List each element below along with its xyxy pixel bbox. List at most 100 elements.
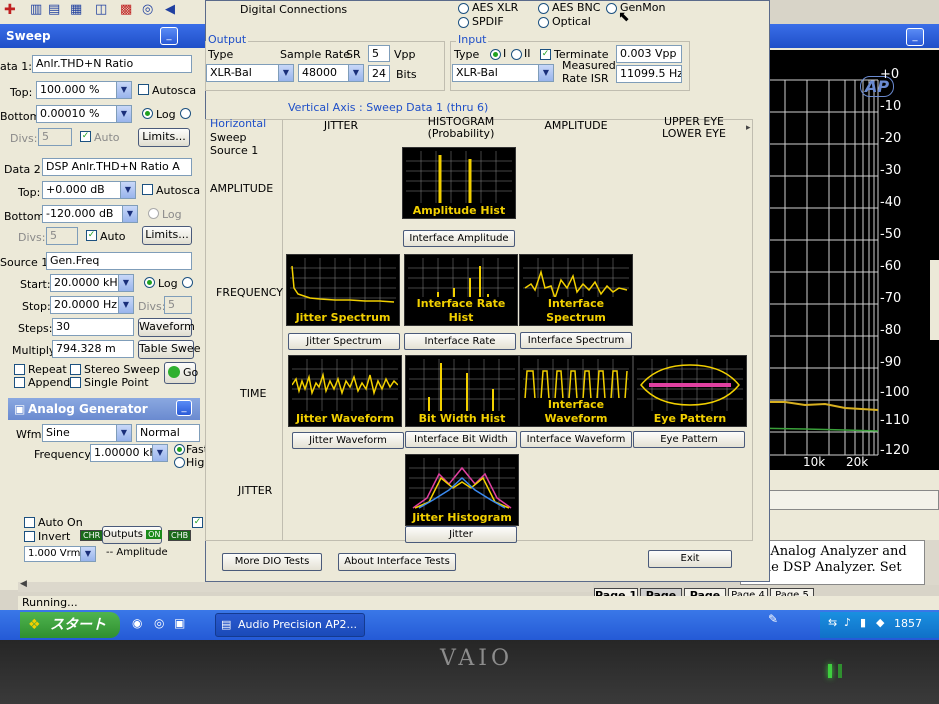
sample-rate-select[interactable]: 48000 ▼ [298,64,364,82]
tray-app-icon[interactable]: ◆ [876,616,884,629]
high-radio[interactable] [174,457,185,468]
multiply-input[interactable]: 794.328 m [52,340,134,358]
optical-radio[interactable] [538,17,549,28]
chevron-down-icon[interactable]: ▼ [348,65,363,81]
mode-select[interactable]: Normal [136,424,200,442]
log2-radio[interactable] [148,208,159,219]
invert-checkbox[interactable] [24,531,35,542]
data1-select[interactable]: Anlr.THD+N Ratio [32,55,192,73]
horizontal-scrollbar[interactable]: ◀ [18,579,593,592]
input-type-select[interactable]: XLR-Bal ▼ [452,64,554,82]
sr-input[interactable]: 5 [368,45,390,62]
stereo-sweep-checkbox[interactable] [70,364,81,375]
chart-icon[interactable]: ▥ [30,2,42,17]
meter-icon[interactable]: ◎ [142,2,153,17]
bit-width-hist-thumbnail[interactable]: Bit Width Hist [405,355,519,427]
single-point-checkbox[interactable] [70,377,81,388]
stop-input[interactable]: 20.0000 Hz ▼ [50,296,134,314]
repeat-checkbox[interactable] [14,364,25,375]
auto1-checkbox[interactable]: ✓ [80,131,91,142]
minimize-button[interactable]: _ [160,27,178,45]
interface-waveform-button[interactable]: Interface Waveform [520,431,632,448]
interface-waveform-thumbnail[interactable]: Interface Waveform [519,355,633,427]
tray-battery-icon[interactable]: ▮ [860,616,866,629]
data2-select[interactable]: DSP Anlr.THD+N Ratio A [42,158,192,176]
append-checkbox[interactable] [14,377,25,388]
eye-pattern-thumbnail[interactable]: Eye Pattern [633,355,747,427]
jitter-histogram-thumbnail[interactable]: Jitter Histogram [405,454,519,526]
output-type-select[interactable]: XLR-Bal ▼ [206,64,294,82]
spdif-radio[interactable] [458,17,469,28]
divs1-input[interactable]: 5 [38,128,72,146]
minimize-button[interactable]: _ [176,400,192,416]
jitter-spectrum-button[interactable]: Jitter Spectrum [288,333,400,350]
t-checkbox[interactable]: ✓ [192,517,203,528]
chevron-down-icon[interactable]: ▼ [116,106,131,122]
divs3-input[interactable]: 5 [164,296,192,314]
amplitude-input[interactable]: 1.000 Vrms ▼ [24,546,96,562]
scroll-left-icon[interactable]: ◀ [20,579,27,589]
tray-network-icon[interactable]: ⇆ [828,616,837,629]
chb-indicator[interactable]: CHB [168,530,192,541]
notes-scrollbar[interactable] [925,540,939,585]
about-interface-tests-button[interactable]: About Interface Tests [338,553,456,571]
lin1-radio[interactable] [180,108,191,119]
quicklaunch-desktop-icon[interactable]: ▣ [174,616,185,630]
aes-xlr-radio[interactable] [458,3,469,14]
tray-volume-icon[interactable]: ♪ [844,616,851,629]
chevron-down-icon[interactable]: ▼ [538,65,553,81]
chevron-down-icon[interactable]: ▼ [80,547,95,561]
limits2-button[interactable]: Limits... [142,226,192,245]
table-sweep-button[interactable]: Table Swee [138,340,200,359]
bits-input[interactable]: 24 [368,65,390,82]
start-input[interactable]: 20.0000 kHz ▼ [50,274,134,292]
interface-rate-hist-thumbnail[interactable]: Interface Rate Hist [404,254,518,326]
source1-select[interactable]: Gen.Freq [46,252,192,270]
chevron-down-icon[interactable]: ▼ [120,182,135,198]
log3-radio[interactable] [144,277,155,288]
auto-on-checkbox[interactable] [24,517,35,528]
amplitude-hist-thumbnail[interactable]: Amplitude Hist [402,147,516,219]
log1-radio[interactable] [142,108,153,119]
interface-spectrum-button[interactable]: Interface Spectrum [520,332,632,349]
quicklaunch-media-icon[interactable]: ◎ [154,616,164,630]
more-dio-tests-button[interactable]: More DIO Tests [222,553,322,571]
bottom-input[interactable]: 0.00010 % ▼ [36,105,132,123]
chevron-down-icon[interactable]: ▼ [122,206,137,222]
steps-input[interactable]: 30 [52,318,134,336]
jitter-waveform-button[interactable]: Jitter Waveform [292,432,404,449]
quicklaunch-ie-icon[interactable]: ◉ [132,616,142,630]
limits1-button[interactable]: Limits... [138,128,190,147]
interface-spectrum-thumbnail[interactable]: Interface Spectrum [519,254,633,326]
chevron-down-icon[interactable]: ▼ [116,82,131,98]
genmon-radio[interactable] [606,3,617,14]
start-button[interactable]: ❖ スタート [20,612,120,638]
jitter-spectrum-thumbnail[interactable]: Jitter Spectrum [286,254,400,326]
chevron-down-icon[interactable]: ▼ [118,275,133,291]
input-ii-radio[interactable] [511,49,522,60]
cursor-row[interactable] [745,490,939,510]
autoscale1-checkbox[interactable] [138,84,149,95]
taskbar-app-button[interactable]: ▤ Audio Precision AP2... [215,613,365,637]
table-icon[interactable]: ▦ [70,2,82,17]
wfm-select[interactable]: Sine ▼ [42,424,132,442]
bottom2-input[interactable]: -120.000 dB ▼ [42,205,138,223]
terminate-checkbox[interactable]: ✓ [540,49,551,60]
auto2-checkbox[interactable]: ✓ [86,230,97,241]
fast-radio[interactable] [174,444,185,455]
interface-rate-button[interactable]: Interface Rate [404,333,516,350]
scope-icon[interactable]: ▤ [48,2,60,17]
top2-input[interactable]: +0.000 dB ▼ [42,181,136,199]
arrow-icon[interactable]: ✚ [4,2,16,18]
chevron-down-icon[interactable]: ▼ [278,65,293,81]
eye-pattern-button[interactable]: Eye Pattern [633,431,745,448]
chevron-down-icon[interactable]: ▼ [152,445,167,461]
jitter-button[interactable]: Jitter [405,526,517,543]
chr-indicator[interactable]: CHR [80,530,104,541]
minimize-button[interactable]: _ [906,28,924,46]
interface-amplitude-button[interactable]: Interface Amplitude [403,230,515,247]
chevron-down-icon[interactable]: ▼ [118,297,133,313]
input-i-radio[interactable] [490,49,501,60]
lin3-radio[interactable] [182,277,193,288]
frequency-input[interactable]: 1.00000 kHz ▼ [90,444,168,462]
